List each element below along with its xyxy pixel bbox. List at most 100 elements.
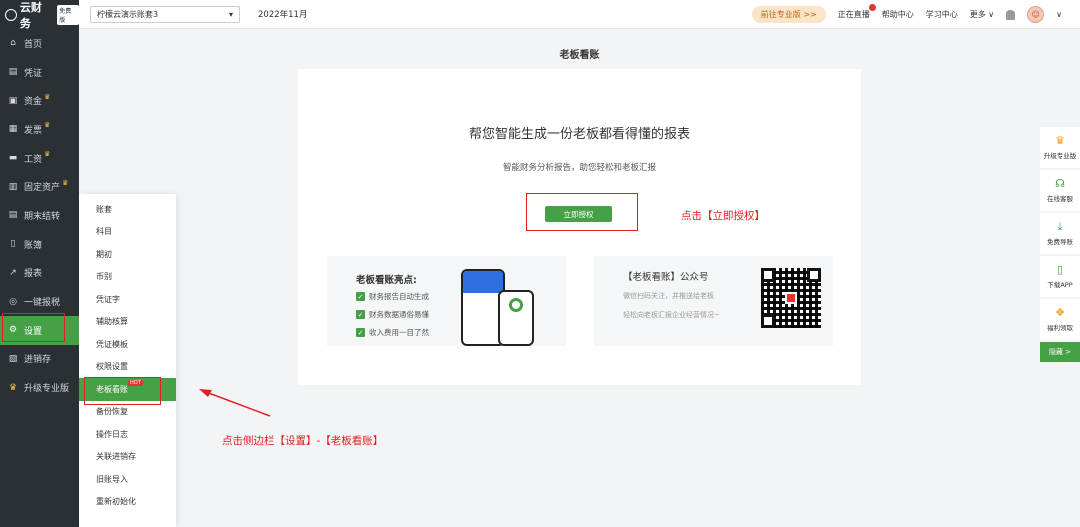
right-tool-button[interactable]: ♛ 升级专业版	[1040, 127, 1080, 168]
download-icon: ⤓	[1057, 220, 1063, 233]
more-menu[interactable]: 更多 ∨	[970, 9, 994, 20]
submenu-item[interactable]: 旧账导入	[79, 468, 176, 491]
submenu-item[interactable]: 重新初始化	[79, 491, 176, 514]
salary-icon: ▬	[8, 153, 18, 164]
submenu-item-label: 操作日志	[96, 429, 128, 439]
annotation-click-authorize: 点击【立即授权】	[681, 210, 765, 222]
sidebar-item-label: 发票	[24, 125, 43, 136]
phone-icon: ▯	[1056, 263, 1064, 276]
annotation-arrow-icon	[199, 389, 271, 417]
chevron-down-icon: ▾	[228, 9, 233, 19]
crown-icon: ♛	[44, 92, 51, 101]
sidebar-item[interactable]: ▥ 固定资产 ♛	[0, 172, 79, 201]
submenu-item[interactable]: 币别	[79, 266, 176, 289]
sidebar-item[interactable]: ♛ 升级专业版	[0, 373, 79, 402]
crown-icon: ♛	[8, 382, 18, 393]
headline: 帮您智能生成一份老板都看得懂的报表	[468, 127, 690, 142]
sidebar-item-label: 升级专业版	[24, 384, 70, 395]
highlight-point: ✓ 财务报告自动生成	[356, 291, 429, 302]
right-tool-label: 在线客服	[1047, 195, 1073, 203]
highlight-point-label: 财务报告自动生成	[369, 292, 429, 301]
sidebar-item-label: 凭证	[24, 68, 43, 79]
right-tool-label: 免费导账	[1047, 238, 1073, 246]
sidebar-item-label: 工资	[24, 154, 43, 165]
logo-icon	[5, 8, 17, 21]
checkbox-icon: ✓	[356, 310, 365, 319]
sidebar-item[interactable]: ⌂ 首页	[0, 29, 79, 58]
right-tool-button[interactable]: ☊ 在线客服	[1040, 170, 1080, 211]
chart-ring-icon	[509, 298, 523, 312]
right-tool-button[interactable]: ▯ 下载APP	[1040, 256, 1080, 297]
qr-code-image	[761, 268, 821, 328]
account-select[interactable]: 柠檬云演示账套3 ▾	[90, 5, 240, 23]
go-pro-button[interactable]: 前往专业版 >>	[751, 6, 826, 23]
crown-icon: ♛	[62, 178, 69, 187]
submenu-item[interactable]: 操作日志	[79, 423, 176, 446]
app-logo[interactable]: 云财务 免费版	[0, 0, 79, 30]
asset-icon: ▥	[8, 181, 18, 192]
wechat-panel: 【老板看账】公众号 微信扫码关注，并推送给老板 轻松向老板汇报企业经营情况~	[594, 256, 833, 346]
avatar-chevron-icon[interactable]: ∨	[1056, 10, 1062, 19]
sidebar-item[interactable]: ▤ 凭证	[0, 58, 79, 87]
sidebar-item-label: 进销存	[24, 355, 52, 366]
sidebar-item-label: 一键报税	[24, 298, 61, 309]
boss-view-card: 帮您智能生成一份老板都看得懂的报表 智能财务分析报告，助您轻松和老板汇报 立即授…	[298, 69, 861, 385]
sidebar-item[interactable]: ▧ 进销存	[0, 345, 79, 374]
main-sidebar: 云财务 免费版 ⌂ 首页 ▤ 凭证 ▣ 资金 ♛ ▦ 发票 ♛ ▬ 工资 ♛ ▥ 固定资产 ♛ ▤ 期末结转 ▯ 账簿…	[0, 0, 79, 527]
voucher-icon: ▤	[8, 67, 18, 78]
submenu-item[interactable]: 期初	[79, 243, 176, 266]
highlight-point-label: 收入费用一目了然	[369, 328, 429, 337]
right-tool-button[interactable]: ❖ 福利领取	[1040, 299, 1080, 340]
sidebar-item[interactable]: ▦ 发票 ♛	[0, 115, 79, 144]
live-link[interactable]: 正在直播	[838, 4, 876, 20]
submenu-item[interactable]: 关联进销存	[79, 446, 176, 469]
submenu-item-label: 期初	[96, 249, 112, 259]
qr-corner	[761, 314, 775, 328]
highlights-panel: 老板看账亮点: ✓ 财务报告自动生成 ✓ 财务数据通俗易懂 ✓ 收入费用一目了然	[327, 256, 566, 346]
tax-icon: ◎	[9, 296, 17, 307]
highlight-box-settings	[2, 313, 65, 342]
submenu-item[interactable]: 凭证字	[79, 288, 176, 311]
checkbox-icon: ✓	[356, 328, 365, 337]
page-title: 老板看账	[559, 50, 600, 61]
invoice-icon: ▦	[8, 124, 18, 135]
sidebar-item-label: 固定资产	[24, 183, 61, 194]
hide-tools-button[interactable]: 隐藏 >	[1040, 342, 1080, 362]
subheadline: 智能财务分析报告，助您轻松和老板汇报	[502, 163, 656, 173]
home-icon: ⌂	[10, 38, 16, 49]
ledger-icon: ▯	[10, 239, 16, 250]
qr-corner	[807, 268, 821, 282]
submenu-item-label: 凭证字	[96, 294, 120, 304]
qr-logo	[785, 292, 797, 304]
sidebar-item[interactable]: ▯ 账簿	[0, 230, 79, 259]
sidebar-item[interactable]: ↗ 报表	[0, 259, 79, 288]
highlight-point-label: 财务数据通俗易懂	[369, 310, 429, 319]
inventory-icon: ▧	[8, 353, 18, 364]
sidebar-item[interactable]: ▤ 期末结转	[0, 201, 79, 230]
sidebar-item[interactable]: ▣ 资金 ♛	[0, 86, 79, 115]
right-tool-label: 福利领取	[1047, 324, 1073, 332]
right-floating-tools: ♛ 升级专业版 ☊ 在线客服 ⤓ 免费导账 ▯ 下载APP ❖ 福利领取隐藏 >	[1040, 127, 1080, 362]
top-right-actions: 前往专业版 >> 正在直播 帮助中心 学习中心 更多 ∨ ☺ ∨	[751, 0, 1062, 29]
crown-icon: ♛	[44, 150, 51, 159]
avatar[interactable]: ☺	[1027, 6, 1045, 23]
submenu-item[interactable]: 账套	[79, 198, 176, 221]
right-tool-button[interactable]: ⤓ 免费导账	[1040, 213, 1080, 254]
sidebar-item[interactable]: ▬ 工资 ♛	[0, 144, 79, 173]
sidebar-item[interactable]: ◎ 一键报税	[0, 287, 79, 316]
highlights-title: 老板看账亮点:	[356, 275, 417, 286]
gift-icon: ❖	[1055, 306, 1065, 319]
accounting-period[interactable]: 2022年11月	[258, 8, 307, 20]
help-center-link[interactable]: 帮助中心	[882, 9, 914, 20]
learning-center-link[interactable]: 学习中心	[926, 9, 958, 20]
submenu-item[interactable]: 科目	[79, 221, 176, 244]
bell-icon[interactable]	[1006, 9, 1016, 20]
highlight-point: ✓ 收入费用一目了然	[356, 327, 429, 338]
submenu-item-label: 辅助核算	[96, 317, 128, 327]
sidebar-item-label: 报表	[24, 269, 43, 280]
submenu-item[interactable]: 凭证模板	[79, 333, 176, 356]
submenu-item[interactable]: 权限设置	[79, 356, 176, 379]
submenu-item-label: 凭证模板	[96, 339, 128, 349]
submenu-item[interactable]: 辅助核算	[79, 311, 176, 334]
free-edition-badge: 免费版	[57, 4, 79, 25]
